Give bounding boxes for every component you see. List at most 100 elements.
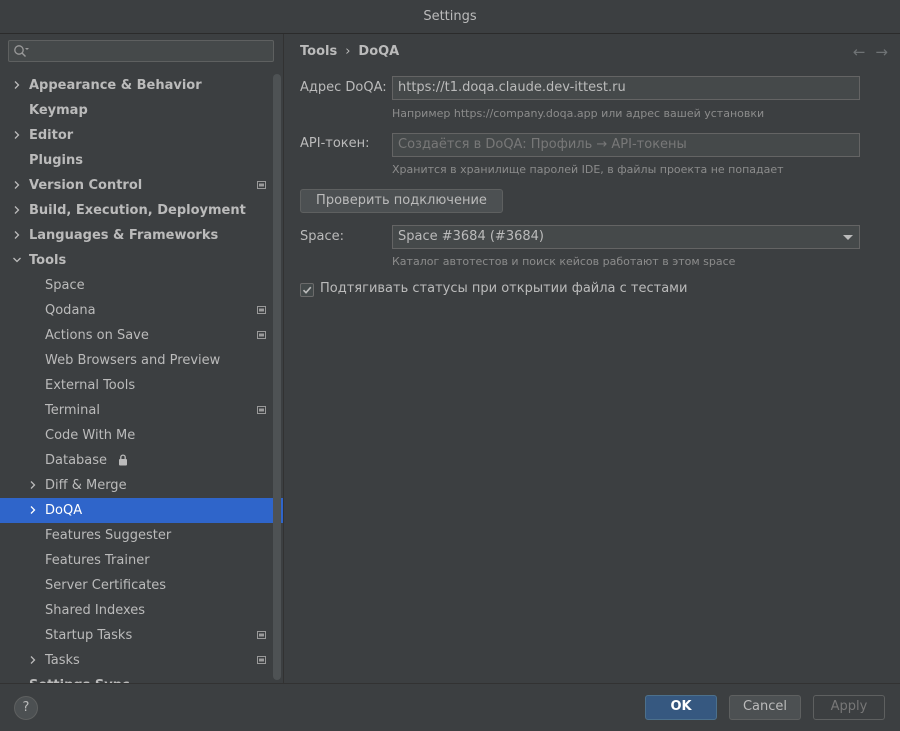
sidebar-item[interactable]: Tools bbox=[0, 248, 283, 273]
space-select-value: Space #3684 (#3684) bbox=[398, 229, 544, 244]
chevron-right-icon[interactable] bbox=[12, 205, 22, 215]
sidebar-item-label: Space bbox=[45, 278, 85, 293]
sidebar-item-label: Features Trainer bbox=[45, 553, 150, 568]
token-label: API-токен: bbox=[300, 136, 370, 151]
sidebar-item[interactable]: Features Suggester bbox=[0, 523, 283, 548]
sidebar-item-label: Build, Execution, Deployment bbox=[29, 203, 246, 218]
sidebar-item[interactable]: Diff & Merge bbox=[0, 473, 283, 498]
breadcrumb-separator: › bbox=[345, 44, 351, 59]
sidebar-item[interactable]: Build, Execution, Deployment bbox=[0, 198, 283, 223]
checkmark-icon bbox=[302, 286, 312, 294]
lock-icon bbox=[119, 454, 127, 466]
sidebar-item[interactable]: Code With Me bbox=[0, 423, 283, 448]
sidebar-item[interactable]: Editor bbox=[0, 123, 283, 148]
sidebar-item[interactable]: DoQA bbox=[0, 498, 283, 523]
sidebar-item-label: DoQA bbox=[45, 503, 83, 518]
sidebar-item[interactable]: Startup Tasks bbox=[0, 623, 283, 648]
sidebar-item[interactable]: Database bbox=[0, 448, 283, 473]
chevron-right-icon[interactable] bbox=[28, 505, 38, 515]
sidebar-item-label: Plugins bbox=[29, 153, 83, 168]
sidebar-item[interactable]: Web Browsers and Preview bbox=[0, 348, 283, 373]
chevron-right-icon[interactable] bbox=[28, 655, 38, 665]
sidebar-item-label: Features Suggester bbox=[45, 528, 172, 543]
sidebar-item-label: Settings Sync bbox=[29, 673, 130, 683]
space-hint: Каталог автотестов и поиск кейсов работа… bbox=[392, 255, 736, 268]
sidebar-item-label: Web Browsers and Preview bbox=[45, 353, 221, 368]
token-hint: Хранится в хранилище паролей IDE, в файл… bbox=[392, 163, 784, 176]
project-settings-icon bbox=[257, 181, 266, 189]
breadcrumb: Tools › DoQA bbox=[300, 44, 399, 59]
window-title-bar: Settings bbox=[0, 0, 900, 34]
breadcrumb-current: DoQA bbox=[358, 44, 400, 59]
sidebar-item[interactable]: Space bbox=[0, 273, 283, 298]
sidebar-item[interactable]: Terminal bbox=[0, 398, 283, 423]
project-settings-icon bbox=[257, 306, 266, 314]
breadcrumb-parent[interactable]: Tools bbox=[300, 44, 337, 59]
sidebar-item-label: Appearance & Behavior bbox=[29, 78, 202, 93]
sidebar-item-label: Server Certificates bbox=[45, 578, 167, 593]
help-button[interactable]: ? bbox=[14, 696, 38, 720]
apply-button[interactable]: Apply bbox=[813, 695, 885, 720]
sidebar-item-label: Shared Indexes bbox=[45, 603, 146, 618]
sidebar-item-label: External Tools bbox=[45, 378, 136, 393]
sidebar-item-label: Version Control bbox=[29, 178, 143, 193]
settings-content: Tools › DoQA ← → Адрес DoQA: https://t1.doq… bbox=[284, 34, 900, 683]
sidebar-item-label: Startup Tasks bbox=[45, 628, 133, 643]
chevron-right-icon[interactable] bbox=[12, 230, 22, 240]
project-settings-icon bbox=[257, 406, 266, 414]
address-hint: Например https://company.doqa.app или ад… bbox=[392, 107, 765, 120]
sidebar-item[interactable]: Actions on Save bbox=[0, 323, 283, 348]
sidebar-item-label: Editor bbox=[29, 128, 74, 143]
sidebar-item[interactable]: Version Control bbox=[0, 173, 283, 198]
project-settings-icon bbox=[257, 656, 266, 664]
project-settings-icon bbox=[257, 331, 266, 339]
space-label: Space: bbox=[300, 229, 344, 244]
sidebar-item-label: Qodana bbox=[45, 303, 96, 318]
forward-arrow-icon[interactable]: → bbox=[875, 43, 888, 61]
settings-tree: Appearance & Behavior Keymap Editor Plugins… bbox=[0, 73, 283, 683]
fetch-statuses-label[interactable]: Подтягивать статусы при открытии файла с… bbox=[320, 281, 687, 296]
sidebar-item-label: Database bbox=[45, 453, 108, 468]
sidebar-item[interactable]: Plugins bbox=[0, 148, 283, 173]
sidebar-item-label: Code With Me bbox=[45, 428, 136, 443]
ok-button[interactable]: OK bbox=[645, 695, 717, 720]
sidebar-item-label: Tools bbox=[29, 253, 67, 268]
sidebar-item[interactable]: Shared Indexes bbox=[0, 598, 283, 623]
search-icon bbox=[14, 45, 29, 57]
settings-search-input[interactable] bbox=[8, 40, 274, 62]
sidebar-item-label: Tasks bbox=[45, 653, 80, 668]
cancel-button[interactable]: Cancel bbox=[729, 695, 801, 720]
sidebar-item[interactable]: Qodana bbox=[0, 298, 283, 323]
sidebar-item[interactable]: Features Trainer bbox=[0, 548, 283, 573]
chevron-right-icon[interactable] bbox=[28, 480, 38, 490]
sidebar-item-label: Actions on Save bbox=[45, 328, 149, 343]
sidebar-item[interactable]: Keymap bbox=[0, 98, 283, 123]
sidebar-item-label: Terminal bbox=[45, 403, 100, 418]
sidebar-item[interactable]: Languages & Frameworks bbox=[0, 223, 283, 248]
token-input[interactable]: Создаётся в DoQA: Профиль → API-токены bbox=[392, 133, 860, 157]
chevron-down-icon bbox=[843, 235, 853, 240]
address-input[interactable]: https://t1.doqa.claude.dev-ittest.ru bbox=[392, 76, 860, 100]
sidebar-scrollbar[interactable] bbox=[273, 74, 281, 680]
dialog-footer: ? OK Cancel Apply bbox=[0, 683, 900, 731]
chevron-right-icon[interactable] bbox=[12, 80, 22, 90]
fetch-statuses-checkbox[interactable] bbox=[300, 283, 314, 297]
chevron-down-icon[interactable] bbox=[12, 255, 22, 265]
window-title: Settings bbox=[423, 9, 477, 24]
sidebar-item[interactable]: Settings Sync bbox=[0, 673, 283, 683]
sidebar-item[interactable]: External Tools bbox=[0, 373, 283, 398]
settings-sidebar: Appearance & Behavior Keymap Editor Plugins… bbox=[0, 34, 284, 683]
sidebar-item-label: Keymap bbox=[29, 103, 88, 118]
space-select[interactable]: Space #3684 (#3684) bbox=[392, 225, 860, 249]
sidebar-item[interactable]: Tasks bbox=[0, 648, 283, 673]
chevron-right-icon[interactable] bbox=[12, 180, 22, 190]
project-settings-icon bbox=[257, 631, 266, 639]
sidebar-item-label: Diff & Merge bbox=[45, 478, 127, 493]
sidebar-item-label: Languages & Frameworks bbox=[29, 228, 219, 243]
chevron-right-icon[interactable] bbox=[12, 130, 22, 140]
address-label: Адрес DoQA: bbox=[300, 80, 387, 95]
sidebar-item[interactable]: Appearance & Behavior bbox=[0, 73, 283, 98]
check-connection-button[interactable]: Проверить подключение bbox=[300, 189, 503, 213]
back-arrow-icon[interactable]: ← bbox=[853, 43, 866, 61]
sidebar-item[interactable]: Server Certificates bbox=[0, 573, 283, 598]
